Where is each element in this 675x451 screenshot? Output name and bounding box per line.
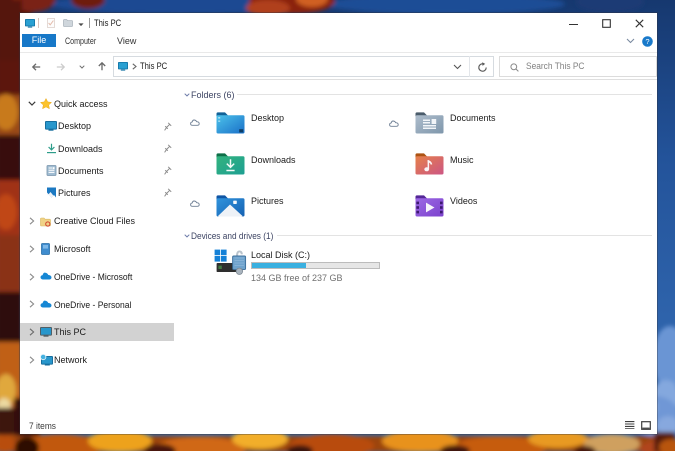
svg-text:?: ? xyxy=(645,37,649,46)
